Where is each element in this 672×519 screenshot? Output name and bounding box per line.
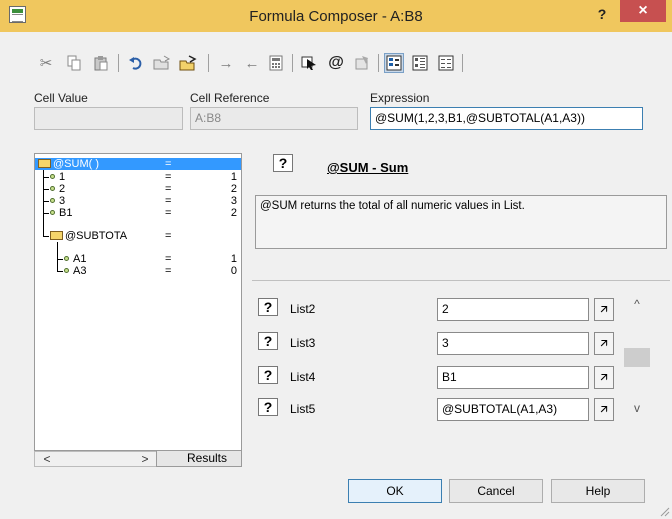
open-icon[interactable] <box>152 53 172 73</box>
scroll-up-button[interactable]: ^ <box>624 295 650 313</box>
toolbar-separator <box>378 54 379 72</box>
pick-cell-button[interactable]: 🡭 <box>594 398 614 421</box>
help-button[interactable]: Help <box>551 479 645 503</box>
undo-icon[interactable] <box>126 53 146 73</box>
argument-help-button[interactable]: ? <box>258 398 278 416</box>
tree-view-icon[interactable] <box>384 53 404 73</box>
argument-label: List5 <box>290 402 316 416</box>
argument-input[interactable]: 2 <box>437 298 589 321</box>
argument-input[interactable]: 3 <box>437 332 589 355</box>
title-help-button[interactable]: ? <box>590 4 614 24</box>
ok-button[interactable]: OK <box>348 479 442 503</box>
window-title: Formula Composer - A:B8 <box>249 8 423 25</box>
argument-label: List2 <box>290 302 316 316</box>
copy-icon[interactable] <box>64 53 84 73</box>
argument-label: List3 <box>290 336 316 350</box>
divider <box>252 280 670 281</box>
argument-input[interactable]: B1 <box>437 366 589 389</box>
close-button[interactable]: × <box>620 0 666 22</box>
argument-help-button[interactable]: ? <box>258 332 278 350</box>
tree-row-leaf[interactable]: 3 = 3 <box>35 195 241 207</box>
function-title[interactable]: @SUM - Sum <box>327 160 408 175</box>
grid-view-icon[interactable] <box>436 53 456 73</box>
leaf-node-icon <box>64 256 69 261</box>
formula-tree[interactable]: @SUM( ) = 1 = 1 2 = 2 3 = 3 B1 = 2 @SUBT… <box>34 153 242 451</box>
expression-label: Expression <box>370 91 430 105</box>
scroll-left-button[interactable]: < <box>37 452 57 466</box>
tree-row-sum[interactable]: @SUM( ) = <box>35 158 241 170</box>
arguments-vertical-scrollbar[interactable]: ^ v <box>624 295 650 417</box>
at-function-icon[interactable]: @ <box>326 53 346 73</box>
toolbar-separator <box>208 54 209 72</box>
folder-open-icon <box>38 159 51 168</box>
cell-value-label: Cell Value <box>34 91 88 105</box>
cell-reference-label: Cell Reference <box>190 91 270 105</box>
results-tab[interactable]: Results <box>156 450 242 467</box>
cancel-button[interactable]: Cancel <box>449 479 543 503</box>
tree-row-subtotal[interactable]: @SUBTOTA = <box>35 230 241 242</box>
list-view-icon[interactable] <box>410 53 430 73</box>
calculator-icon[interactable] <box>266 53 286 73</box>
title-bar: Formula Composer - A:B8 ? × <box>0 0 672 32</box>
argument-input[interactable]: @SUBTOTAL(A1,A3) <box>437 398 589 421</box>
function-description: @SUM returns the total of all numeric va… <box>255 195 667 249</box>
pick-cell-button[interactable]: 🡭 <box>594 366 614 389</box>
save-icon[interactable] <box>178 53 198 73</box>
argument-help-button[interactable]: ? <box>258 298 278 316</box>
tree-row-leaf[interactable]: 2 = 2 <box>35 183 241 195</box>
leaf-node-icon <box>50 174 55 179</box>
leaf-node-icon <box>50 210 55 215</box>
tree-row-leaf[interactable]: 1 = 1 <box>35 171 241 183</box>
paste-icon[interactable] <box>91 53 111 73</box>
leaf-node-icon <box>64 268 69 273</box>
argument-help-button[interactable]: ? <box>258 366 278 384</box>
function-help-button[interactable]: ? <box>273 154 293 172</box>
pick-cell-icon[interactable] <box>300 53 320 73</box>
arrow-left-icon[interactable]: ← <box>242 53 262 73</box>
cell-value-field <box>34 107 183 130</box>
pick-cell-button[interactable]: 🡭 <box>594 332 614 355</box>
expression-input[interactable]: @SUM(1,2,3,B1,@SUBTOTAL(A1,A3)) <box>370 107 643 130</box>
scroll-thumb[interactable] <box>624 348 650 367</box>
folder-open-icon <box>50 231 63 240</box>
toolbar-separator <box>462 54 463 72</box>
resize-grip-icon[interactable] <box>658 505 670 517</box>
scroll-down-button[interactable]: v <box>624 399 650 417</box>
cell-reference-field: A:B8 <box>190 107 358 130</box>
leaf-node-icon <box>50 186 55 191</box>
arrow-right-icon[interactable]: → <box>216 53 236 73</box>
scissors-icon[interactable]: ✂ <box>36 53 56 73</box>
toolbar-separator <box>292 54 293 72</box>
toolbar-separator <box>118 54 119 72</box>
tree-row-leaf[interactable]: A1 = 1 <box>35 253 241 265</box>
pick-cell-button[interactable]: 🡭 <box>594 298 614 321</box>
tree-row-leaf[interactable]: B1 = 2 <box>35 207 241 219</box>
leaf-node-icon <box>50 198 55 203</box>
tree-row-leaf[interactable]: A3 = 0 <box>35 265 241 277</box>
argument-label: List4 <box>290 370 316 384</box>
scroll-right-button[interactable]: > <box>135 452 155 466</box>
object-icon[interactable] <box>352 53 372 73</box>
